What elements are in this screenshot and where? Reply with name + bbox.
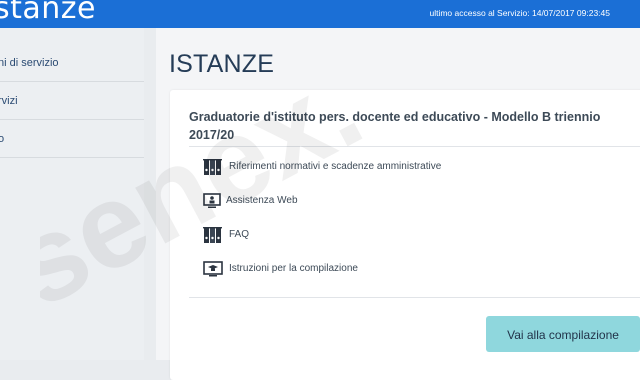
top-header-bar: stanze ultimo accesso al Servizio: 14/07… [0, 0, 640, 28]
monitor-user-icon [203, 192, 223, 215]
link-label: Assistenza Web [226, 195, 298, 206]
card-title: Graduatorie d'istituto pers. docente ed … [189, 110, 601, 142]
sidebar: ni di servizio rvizi o [0, 28, 144, 360]
monitor-cap-icon [203, 260, 225, 283]
link-label: FAQ [229, 229, 250, 240]
sidebar-item-label: rvizi [0, 95, 18, 107]
vai-alla-compilazione-button[interactable]: Vai alla compilazione [486, 316, 640, 352]
page-title: ISTANZE [169, 50, 275, 78]
main-content: ISTANZE Graduatorie d'istituto pers. doc… [156, 28, 640, 380]
istanza-card: Graduatorie d'istituto pers. docente ed … [170, 90, 640, 380]
divider [189, 146, 640, 147]
sidebar-item-servizio[interactable]: ni di servizio [0, 44, 144, 82]
sidebar-item-servizi[interactable]: rvizi [0, 82, 144, 120]
sidebar-item-other[interactable]: o [0, 120, 144, 158]
sidebar-item-label: o [0, 133, 5, 145]
binders-icon [203, 158, 225, 181]
binders-icon [203, 226, 225, 249]
last-access-info: ultimo accesso al Servizio: 14/07/2017 0… [429, 8, 610, 18]
sidebar-item-label: ni di servizio [0, 57, 59, 69]
link-label: Istruzioni per la compilazione [229, 263, 358, 274]
divider [189, 297, 640, 298]
link-label: Riferimenti normativi e scadenze amminis… [229, 161, 442, 172]
app-brand-title: stanze [0, 0, 96, 26]
